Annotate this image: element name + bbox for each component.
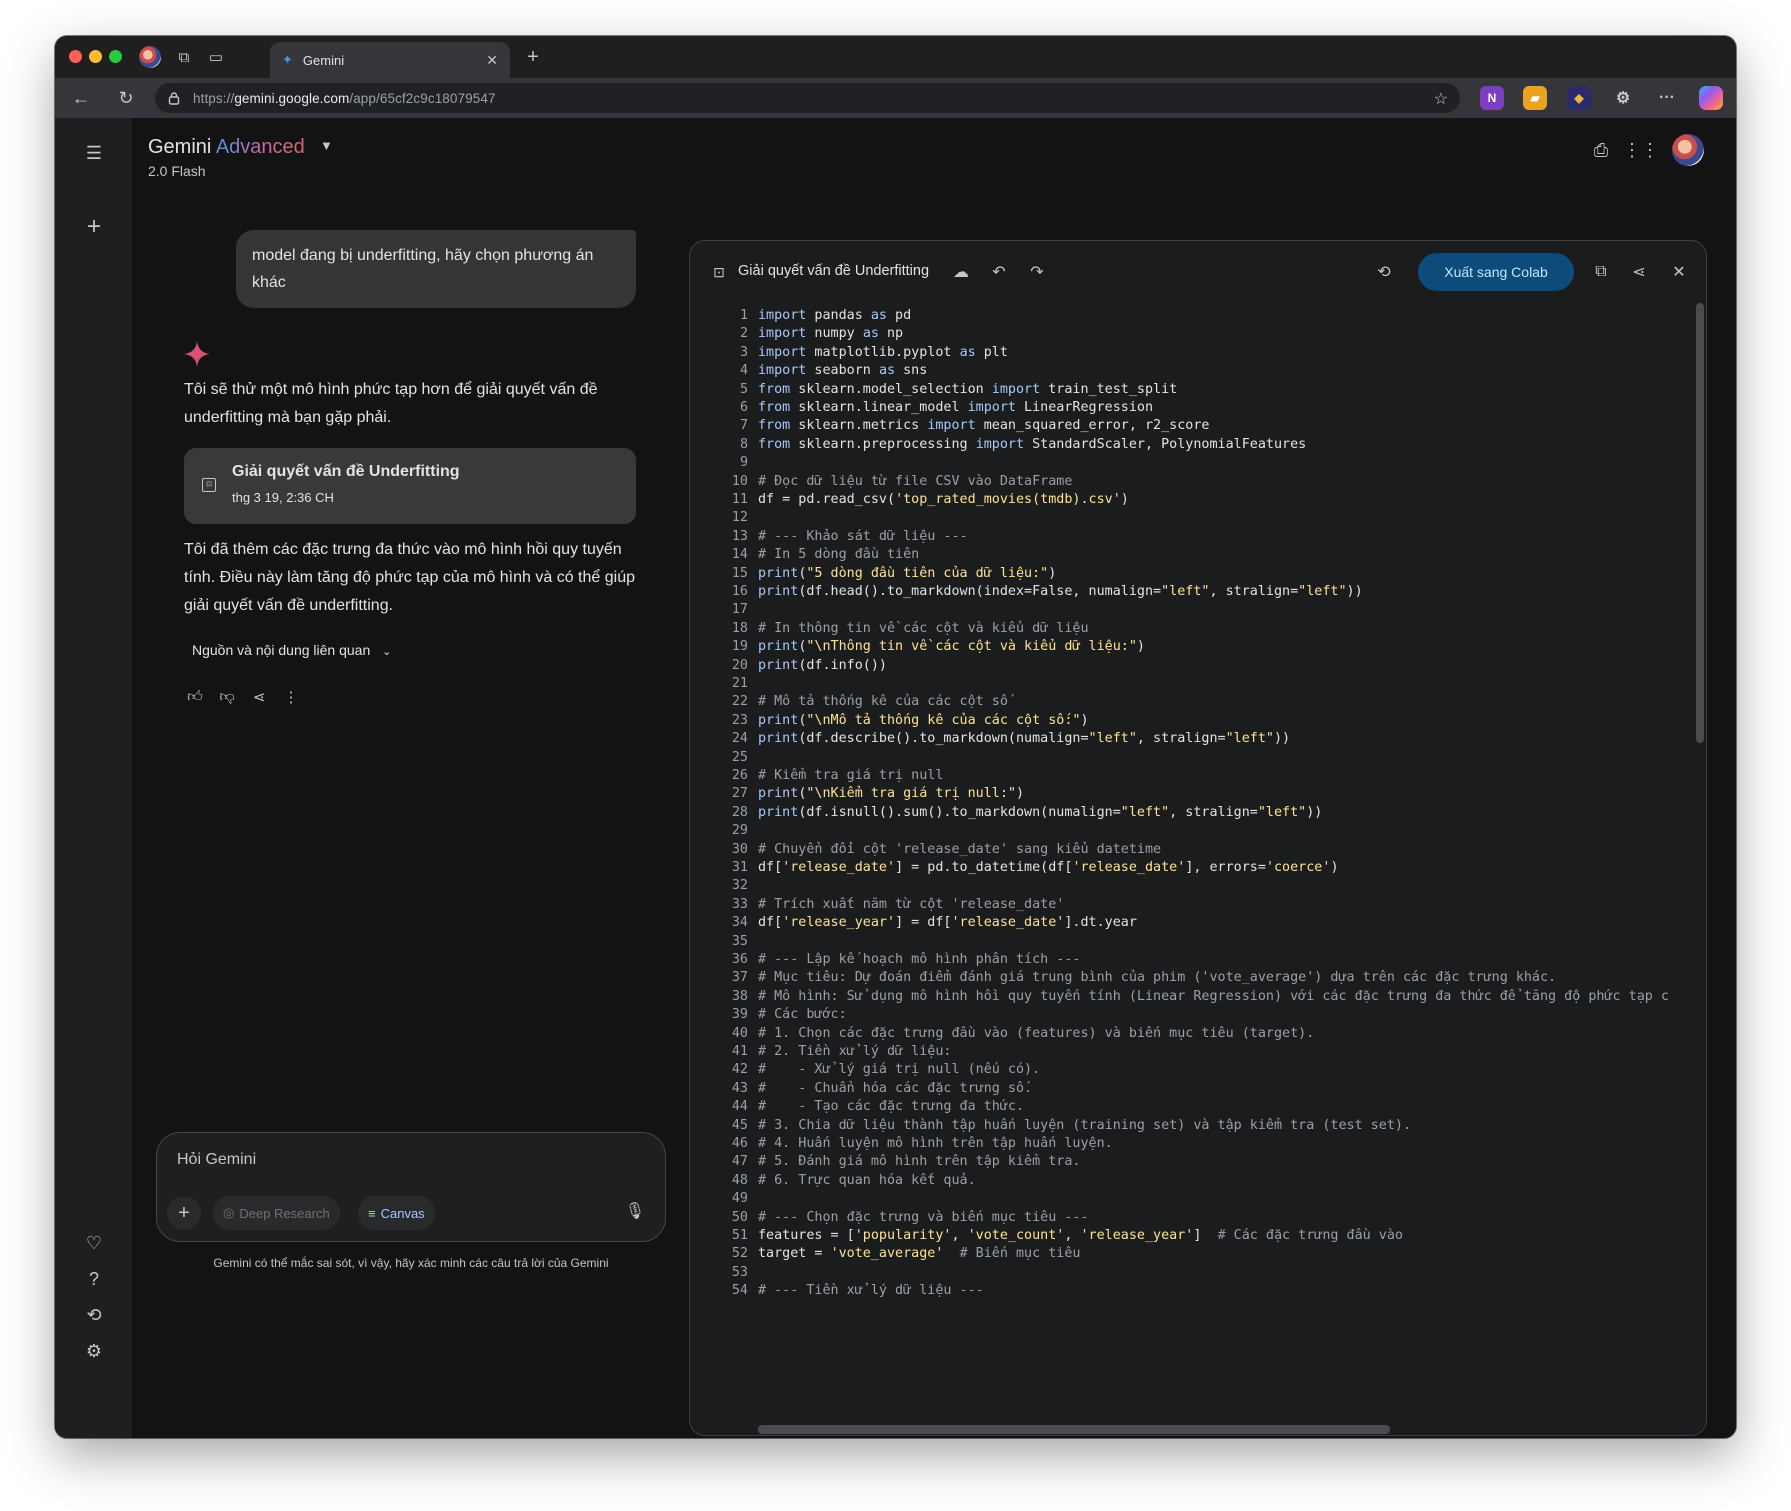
response-outro: Tôi đã thêm các đặc trưng đa thức vào mô…	[184, 541, 635, 614]
deep-research-chip[interactable]: ◎ Deep Research	[213, 1196, 340, 1230]
new-chat-icon[interactable]: +	[81, 213, 107, 240]
extensions-puzzle-icon[interactable]: ⚙	[1611, 86, 1635, 110]
prompt-box: Hỏi Gemini + ◎ Deep Research ≡ Canvas 🎙︎	[156, 1132, 666, 1242]
print-icon[interactable]: ⎙	[1587, 136, 1615, 164]
model-name: 2.0 Flash	[148, 163, 206, 179]
document-card-title: Giải quyết vấn đề Underfitting	[232, 463, 460, 480]
export-to-colab-button[interactable]: Xuất sang Colab	[1418, 253, 1574, 291]
deep-research-icon: ◎	[223, 1205, 235, 1220]
model-dropdown-icon[interactable]: ▼	[320, 138, 333, 153]
document-icon: ⊡	[202, 478, 216, 492]
close-window-button[interactable]	[69, 50, 82, 63]
more-menu-icon[interactable]: ···	[1655, 86, 1679, 110]
minimize-window-button[interactable]	[89, 50, 102, 63]
back-icon[interactable]: ←	[70, 87, 92, 109]
gems-icon[interactable]: ♡	[81, 1230, 107, 1256]
version-history-icon[interactable]: ⟲	[1373, 261, 1395, 283]
menu-icon[interactable]: ☰	[81, 140, 107, 166]
apps-grid-icon[interactable]: ⋮⋮	[1623, 136, 1659, 164]
folder-extension-icon[interactable]: ▰	[1523, 86, 1547, 110]
redo-icon[interactable]: ↷	[1026, 261, 1048, 283]
tab-bar: ⧉ ▭ ✦ Gemini ✕ +	[55, 36, 1736, 78]
reload-icon[interactable]: ↻	[115, 87, 137, 109]
undo-icon[interactable]: ↶	[988, 261, 1010, 283]
copy-icon[interactable]: ⧉	[1590, 261, 1612, 283]
address-bar[interactable]: https://gemini.google.com/app/65cf2c9c18…	[155, 83, 1460, 113]
gemini-spark-icon	[184, 341, 210, 367]
canvas-title: Giải quyết vấn đề Underfitting	[738, 263, 930, 279]
profile-avatar-icon[interactable]	[139, 46, 161, 68]
document-card[interactable]: ⊡ Giải quyết vấn đề Underfitting thg 3 1…	[184, 448, 636, 524]
tab-gemini[interactable]: ✦ Gemini ✕	[270, 42, 510, 78]
onenote-extension-icon[interactable]: N	[1480, 86, 1504, 110]
horizontal-scroll-thumb[interactable]	[758, 1425, 1390, 1434]
account-avatar[interactable]	[1672, 134, 1704, 166]
close-tab-icon[interactable]: ✕	[486, 52, 498, 69]
chevron-down-icon: ⌄	[382, 646, 392, 658]
tab-title: Gemini	[302, 52, 345, 68]
prompt-input[interactable]: Hỏi Gemini	[177, 1151, 256, 1169]
canvas-panel: ⊡ Giải quyết vấn đề Underfitting ☁ ↶ ↷ ⟲…	[689, 240, 1707, 1436]
vertical-scroll-thumb[interactable]	[1696, 303, 1704, 743]
document-icon: ⊡	[713, 263, 725, 280]
diamond-extension-icon[interactable]: ◆	[1567, 86, 1591, 110]
disclaimer: Gemini có thể mắc sai sót, vì vậy, hãy x…	[213, 1256, 609, 1270]
help-icon[interactable]: ?	[81, 1266, 107, 1292]
code-text: # --- Tiền xử lý dữ liệu ---	[758, 1283, 984, 1299]
gemini-spark-icon: ✦	[282, 52, 293, 67]
add-attachment-button[interactable]: +	[167, 1196, 201, 1230]
share-icon[interactable]: ⋖	[248, 686, 270, 708]
browser-window: ⧉ ▭ ✦ Gemini ✕ + ← ↻ https://gemini.goog…	[55, 36, 1736, 1438]
canvas-header: ⊡ Giải quyết vấn đề Underfitting ☁ ↶ ↷ ⟲…	[690, 241, 1706, 303]
workspaces-icon[interactable]: ⧉	[173, 46, 195, 68]
maximize-window-button[interactable]	[109, 50, 122, 63]
document-card-date: thg 3 19, 2:36 CH	[232, 490, 334, 505]
close-canvas-icon[interactable]: ✕	[1668, 261, 1690, 283]
site-info-icon[interactable]	[167, 91, 181, 105]
bookmark-star-icon[interactable]: ☆	[1434, 89, 1448, 109]
share-icon[interactable]: ⋖	[1628, 261, 1650, 283]
address-toolbar: ← ↻ https://gemini.google.com/app/65cf2c…	[55, 78, 1736, 118]
code-line[interactable]: 54 # --- Tiền xử lý dữ liệu ---	[690, 1280, 1706, 1301]
sources-toggle[interactable]: Nguồn và nội dung liên quan ⌄	[192, 642, 391, 658]
copilot-icon[interactable]	[1699, 86, 1723, 110]
cloud-saved-icon: ☁	[953, 264, 969, 281]
tab-actions-icon[interactable]: ▭	[205, 46, 227, 68]
thumbs-down-icon[interactable]: 👎︎	[216, 686, 238, 708]
settings-icon[interactable]: ⚙	[81, 1338, 107, 1364]
user-message: model đang bị underfitting, hãy chọn phư…	[236, 230, 636, 308]
thumbs-up-icon[interactable]: 👍︎	[184, 686, 206, 708]
canvas-icon: ≡	[368, 1205, 376, 1221]
code-editor[interactable]: 1 import pandas as pd 2 import numpy as np 3…	[690, 303, 1706, 1435]
more-options-icon[interactable]: ⋮	[280, 686, 302, 708]
microphone-icon[interactable]: 🎙︎	[625, 1201, 645, 1221]
side-rail: ☰ + ♡ ? ⟲ ⚙	[55, 118, 132, 1438]
url-text: https://gemini.google.com/app/65cf2c9c18…	[193, 90, 496, 106]
canvas-chip[interactable]: ≡ Canvas	[358, 1196, 435, 1230]
vertical-scrollbar[interactable]	[1694, 303, 1706, 1435]
line-number: 54	[731, 1283, 748, 1299]
gemini-app: ☰ + ♡ ? ⟲ ⚙ Gemini Advanced ▼ 2.0 Flash …	[55, 118, 1736, 1438]
activity-icon[interactable]: ⟲	[81, 1302, 107, 1328]
response-intro: Tôi sẽ thử một mô hình phức tạp hơn để g…	[184, 381, 598, 426]
new-tab-icon[interactable]: +	[522, 46, 544, 68]
app-title[interactable]: Gemini Advanced	[148, 136, 305, 159]
